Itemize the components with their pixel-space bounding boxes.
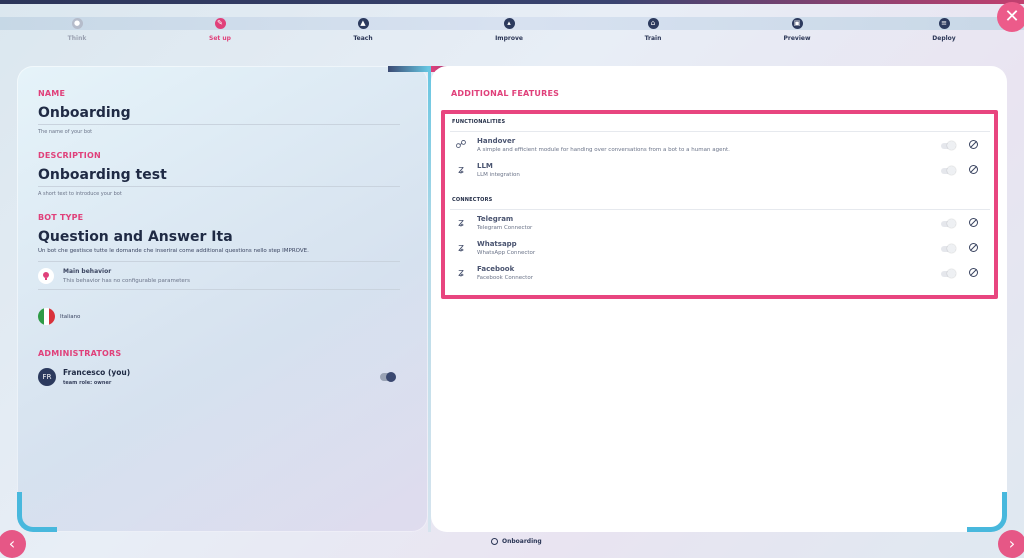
step-teach[interactable]: ▲ Teach [323,18,403,42]
feature-name-handover: Handover [477,137,516,145]
avatar: FR [38,368,56,386]
divider-accent-left [388,66,428,72]
name-underline [38,124,400,125]
feature-name-whatsapp: Whatsapp [477,240,517,248]
telegram-toggle[interactable] [941,219,956,228]
facebook-toggle[interactable] [941,269,956,278]
chevron-left-icon: ‹ [8,534,16,553]
bot-type-section-title: BOT TYPE [38,213,84,222]
plug-icon: ʑ [458,266,464,279]
feature-desc-handover: A simple and efficient module for handin… [477,147,730,153]
footer-label: Onboarding [502,538,542,545]
step-label: Improve [495,35,523,42]
description-hint: A short text to introduce your bot [38,191,122,197]
functionalities-rule [450,131,990,132]
feature-desc-llm: LLM integration [477,172,520,178]
corner-accent-right [967,492,1007,532]
step-train[interactable]: ⌂ Train [613,18,693,42]
next-step-button[interactable]: › [998,530,1024,558]
plug-icon: ʑ [458,216,464,229]
whatsapp-toggle[interactable] [941,244,956,253]
ban-icon[interactable] [969,218,978,227]
close-icon: ✕ [1004,6,1020,27]
additional-features-title: ADDITIONAL FEATURES [451,89,560,98]
features-highlight-box [441,110,998,299]
name-hint: The name of your bot [38,129,93,135]
plug-icon: ʑ [458,163,464,176]
behavior-icon [38,268,54,284]
step-preview[interactable]: ▣ Preview [757,18,837,42]
bot-type-value[interactable]: Question and Answer Ita [38,229,233,245]
step-label: Teach [353,35,373,42]
toggle-knob [386,372,396,382]
language-label: Italiano [60,314,81,320]
bot-type-rule [38,261,400,262]
step-deploy[interactable]: ≡ Deploy [904,18,984,42]
deploy-icon: ≡ [938,18,950,29]
corner-accent-left [17,492,57,532]
functionalities-group-title: FUNCTIONALITIES [452,119,506,125]
ban-icon[interactable] [969,140,978,149]
toggle-knob [947,269,956,278]
wizard-stepper: ● Think ✎ Set up ▲ Teach ▴ Improve ⌂ Tra… [0,4,1024,56]
admin-toggle[interactable] [380,372,396,382]
admin-role: team role: owner [63,380,112,386]
feature-name-telegram: Telegram [477,215,514,223]
toggle-knob [947,141,956,150]
feature-desc-whatsapp: WhatsApp Connector [477,250,536,256]
preview-icon: ▣ [791,18,803,29]
lightbulb-icon: ● [71,18,83,29]
cap-icon: ▲ [357,18,369,29]
bot-name-field[interactable]: Onboarding [38,105,131,121]
toggle-knob [947,244,956,253]
name-section-title: NAME [38,89,66,98]
ban-icon[interactable] [969,165,978,174]
llm-toggle[interactable] [941,166,956,175]
ban-icon[interactable] [969,268,978,277]
step-label: Deploy [932,35,956,42]
feature-name-facebook: Facebook [477,265,515,273]
chevron-right-icon: › [1008,534,1016,553]
feature-name-llm: LLM [477,162,493,170]
bot-description-field[interactable]: Onboarding test [38,167,167,183]
description-section-title: DESCRIPTION [38,151,101,160]
close-button[interactable]: ✕ [997,2,1024,32]
prev-step-button[interactable]: ‹ [0,530,26,558]
feature-desc-telegram: Telegram Connector [477,225,533,231]
step-setup[interactable]: ✎ Set up [180,18,260,42]
admin-name: Francesco (you) [63,368,131,377]
train-icon: ⌂ [647,18,659,29]
toggle-knob [947,166,956,175]
handover-toggle[interactable] [941,141,956,150]
italy-flag-icon [38,308,55,325]
plug-icon: ʑ [458,241,464,254]
step-label: Preview [783,35,811,42]
bot-type-hint: Un bot che gestisce tutte le domande che… [38,248,309,254]
administrators-section-title: ADMINISTRATORS [38,349,122,358]
bot-icon [491,538,498,545]
step-label: Set up [209,35,231,42]
pencil-icon: ✎ [214,18,226,29]
toggle-knob [947,219,956,228]
bot-settings-panel [17,66,428,532]
behavior-rule [38,289,400,290]
handshake-icon: ☍ [455,138,467,151]
connectors-rule [450,209,990,210]
main-behavior-title: Main behavior [63,268,112,275]
step-label: Think [67,35,87,42]
footer-bot-label: Onboarding [491,538,542,545]
feature-desc-facebook: Facebook Connector [477,275,533,281]
step-improve[interactable]: ▴ Improve [469,18,549,42]
ban-icon[interactable] [969,243,978,252]
description-underline [38,186,400,187]
chart-icon: ▴ [503,18,515,29]
step-think[interactable]: ● Think [37,18,117,42]
main-behavior-desc: This behavior has no configurable parame… [63,278,190,284]
step-label: Train [644,35,662,42]
connectors-group-title: CONNECTORS [452,197,493,203]
